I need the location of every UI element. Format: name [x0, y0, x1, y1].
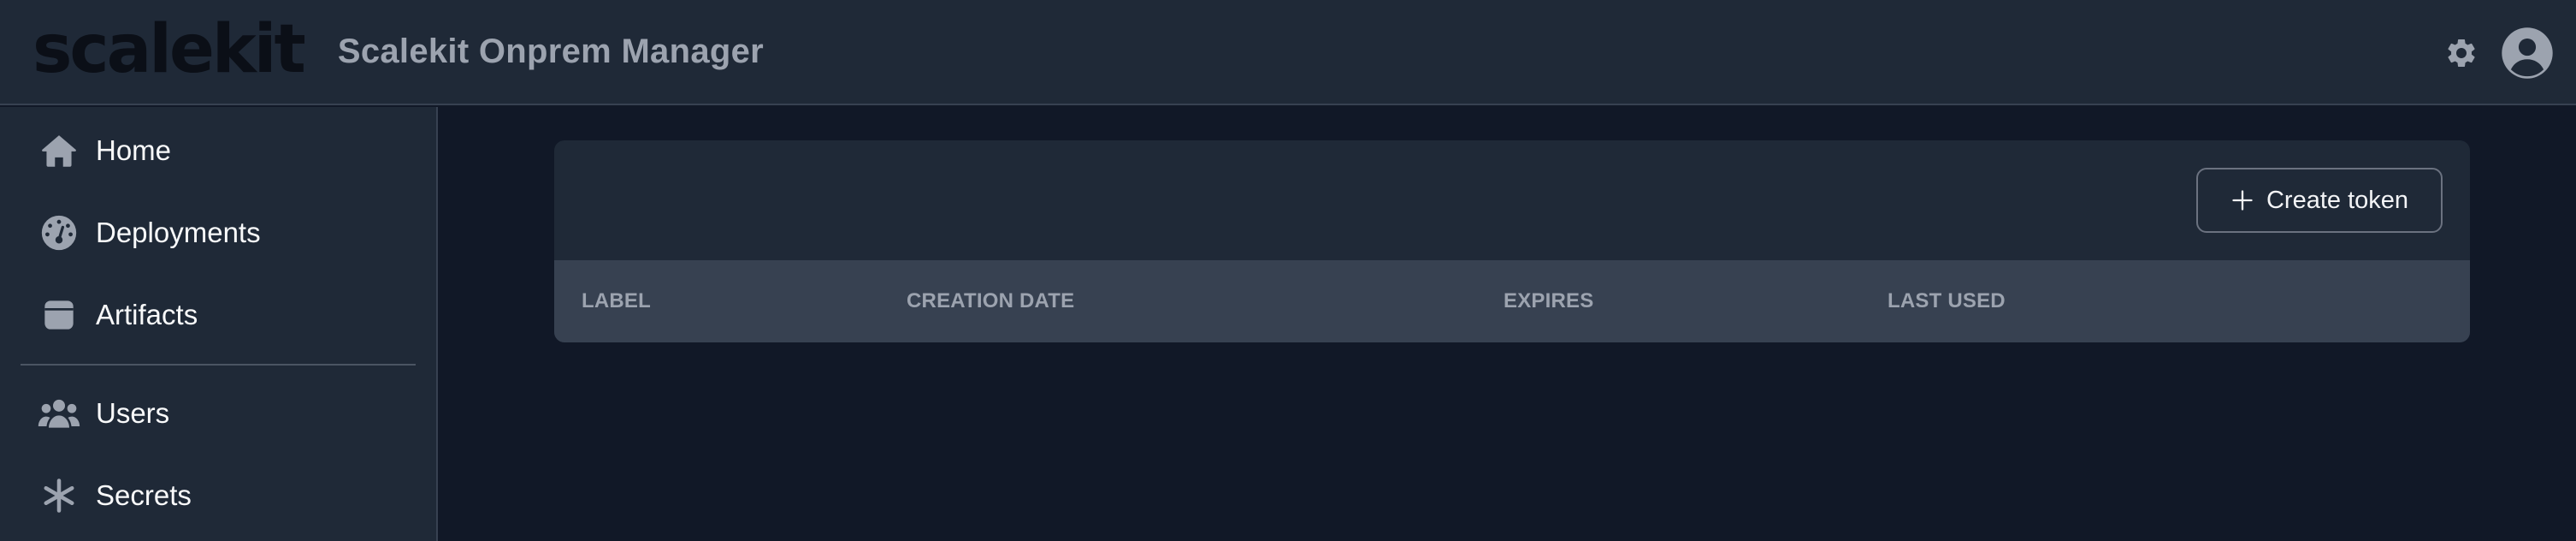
app-title: Scalekit Onprem Manager	[337, 33, 765, 70]
sidebar-item-deployments[interactable]: Deployments	[0, 199, 436, 267]
settings-button[interactable]	[2444, 36, 2479, 70]
gear-icon	[2448, 39, 2475, 67]
sidebar-item-label: Deployments	[96, 217, 261, 248]
sidebar-item-label: Secrets	[96, 479, 192, 511]
sidebar-item-label: Home	[96, 134, 172, 166]
header-actions	[2444, 0, 2554, 105]
users-group-icon	[38, 392, 80, 435]
table-header-row: LABEL CREATION DATE EXPIRES LAST USED	[554, 260, 2470, 342]
dashboard-gauge-icon	[38, 211, 80, 254]
sidebar-item-secrets[interactable]: Secrets	[0, 461, 436, 530]
sidebar-item-label: Artifacts	[96, 299, 198, 330]
column-header-expires[interactable]: EXPIRES	[1504, 260, 1593, 342]
home-icon	[38, 129, 80, 172]
sidebar-item-users[interactable]: Users	[0, 379, 436, 448]
create-token-label: Create token	[2266, 186, 2409, 214]
sidebar-item-home[interactable]: Home	[0, 116, 436, 185]
column-header-creation-date[interactable]: CREATION DATE	[907, 260, 1074, 342]
plus-icon	[2232, 190, 2253, 211]
archive-box-icon	[38, 294, 80, 336]
sidebar: Home Deployments Artifacts Users Secrets	[0, 107, 438, 541]
asterisk-icon	[38, 474, 80, 517]
tokens-table-card: Create token LABEL CREATION DATE EXPIRES…	[554, 140, 2470, 342]
sidebar-item-label: Users	[96, 397, 170, 429]
table-toolbar: Create token	[554, 140, 2470, 260]
column-header-last-used[interactable]: LAST USED	[1888, 260, 2006, 342]
user-circle-icon	[2502, 27, 2553, 79]
create-token-button[interactable]: Create token	[2196, 168, 2443, 233]
sidebar-divider	[21, 364, 416, 366]
top-bar: scalekit Scalekit Onprem Manager	[0, 0, 2576, 105]
column-header-label[interactable]: LABEL	[582, 260, 651, 342]
account-button[interactable]	[2501, 27, 2554, 80]
scalekit-logo[interactable]: scalekit	[32, 16, 306, 83]
sidebar-item-artifacts[interactable]: Artifacts	[0, 281, 436, 349]
